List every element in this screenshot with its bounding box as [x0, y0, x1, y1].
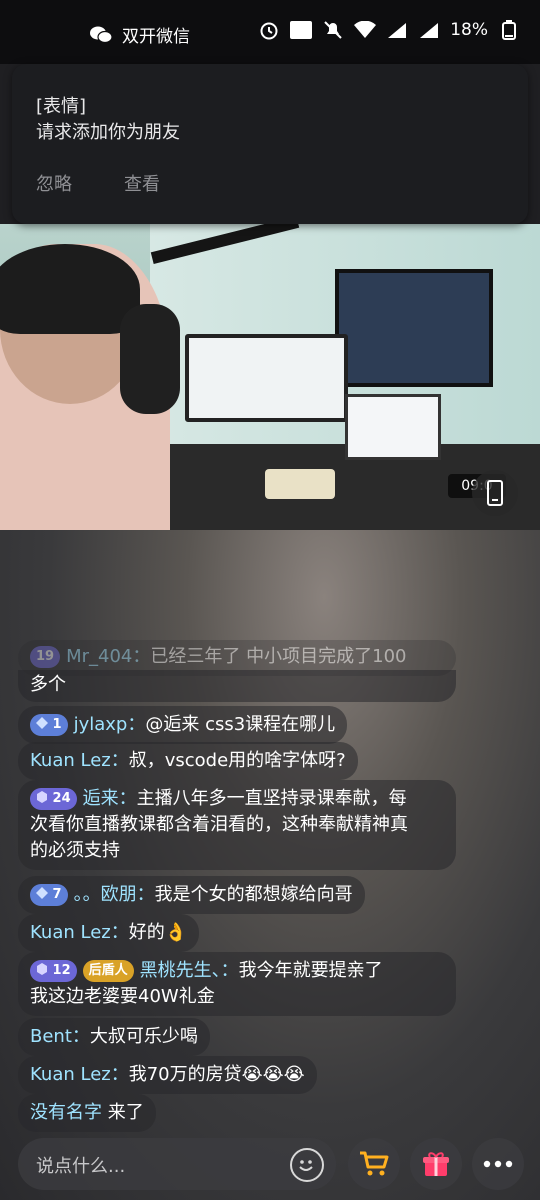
chat-username[interactable]: 没有名字	[30, 1102, 102, 1123]
more-button[interactable]	[472, 1138, 524, 1190]
comment-input[interactable]: 说点什么...	[18, 1138, 336, 1190]
chat-text: 我这边老婆要40W礼金	[30, 986, 215, 1007]
hexagon-icon	[37, 791, 47, 803]
level-badge: 1	[30, 714, 68, 736]
friend-request-notification[interactable]: [表情] 请求添加你为朋友 忽略 查看	[12, 64, 528, 224]
level-number: 12	[52, 963, 71, 978]
comment-input-placeholder: 说点什么...	[36, 1156, 126, 1177]
hexagon-icon	[37, 963, 47, 975]
chat-text: 来了	[102, 1102, 144, 1123]
view-button[interactable]: 查看	[124, 170, 160, 196]
fan-club-badge: 后盾人	[82, 960, 134, 982]
chat-text: 次看你直播教课都含着泪看的，这种奉献精神真	[30, 814, 408, 835]
chat-message: 没有名字 来了	[18, 1094, 156, 1132]
rotate-screen-icon	[487, 480, 503, 506]
chat-message: Kuan Lez：好的👌	[18, 914, 200, 952]
shopping-cart-button[interactable]	[348, 1138, 400, 1190]
chat-message: 24 逅来：主播八年多一直坚持录课奉献，每 次看你直播教课都含着泪看的，这种奉献…	[18, 780, 456, 870]
level-badge: 7	[30, 884, 68, 906]
chat-text: @逅来 css3课程在哪儿	[145, 714, 336, 735]
rotate-screen-button[interactable]	[472, 470, 518, 516]
battery-icon	[498, 20, 520, 40]
diamond-icon	[36, 887, 48, 899]
gift-button[interactable]	[410, 1138, 462, 1190]
status-right: 18%	[258, 20, 520, 40]
chat-username[interactable]: Bent：	[30, 1026, 90, 1047]
chat-username[interactable]: 。。欧朋：	[74, 884, 155, 905]
chat-username[interactable]: Kuan Lez：	[30, 750, 129, 771]
wifi-icon	[354, 20, 377, 40]
wechat-icon	[90, 25, 112, 45]
gift-icon	[423, 1152, 449, 1176]
chat-username[interactable]: Kuan Lez：	[30, 1064, 129, 1085]
chat-message: 1 jylaxp：@逅来 css3课程在哪儿	[18, 706, 348, 744]
level-number: 7	[52, 887, 62, 902]
chat-text: 好的👌	[128, 922, 188, 943]
chat-username[interactable]: jylaxp：	[74, 714, 146, 735]
emoji-button[interactable]	[290, 1148, 324, 1182]
chat-message: Kuan Lez：叔，vscode用的啥字体呀?	[18, 742, 358, 780]
chat-username[interactable]: Mr_404：	[66, 646, 150, 667]
video-monitor-right	[335, 269, 493, 387]
chat-message-continued: 多个	[18, 670, 456, 702]
chat-username[interactable]: 黑桃先生、：	[140, 960, 239, 981]
more-dots-icon	[483, 1160, 513, 1168]
chat-username[interactable]: 逅来：	[83, 788, 137, 809]
signal-3g-icon	[418, 20, 440, 40]
chat-text: 的必须支持	[30, 840, 120, 861]
diamond-icon	[36, 717, 48, 729]
video-monitor-left	[185, 334, 348, 422]
chat-text: 叔，vscode用的啥字体呀?	[128, 750, 346, 771]
battery-percent: 18%	[450, 20, 488, 40]
level-number: 1	[52, 717, 62, 732]
alarm-icon	[258, 20, 280, 40]
level-number: 24	[52, 791, 71, 806]
chat-username[interactable]: Kuan Lez：	[30, 922, 129, 943]
video-laptop	[345, 394, 441, 460]
chat-text: 我70万的房贷😭😭😭	[128, 1064, 305, 1085]
level-badge: 24	[30, 788, 77, 810]
live-video[interactable]: 09:0	[0, 224, 540, 530]
status-left: 双开微信	[90, 22, 190, 47]
level-badge: 12	[30, 960, 77, 982]
chat-message: Kuan Lez：我70万的房贷😭😭😭	[18, 1056, 317, 1094]
video-keyboard	[265, 469, 335, 499]
chat-text: 我是个女的都想嫁给向哥	[154, 884, 353, 905]
chat-text: 大叔可乐少喝	[89, 1026, 198, 1047]
chat-text: 主播八年多一直坚持录课奉献，每	[136, 788, 407, 809]
chat-text: 已经三年了 中小项目完成了100	[150, 646, 407, 667]
notification-title: [表情]	[36, 96, 87, 117]
status-bar: 双开微信 18%	[0, 0, 540, 64]
ignore-button[interactable]: 忽略	[36, 170, 72, 196]
chat-message: 7 。。欧朋：我是个女的都想嫁给向哥	[18, 876, 365, 914]
volte-icon	[290, 20, 313, 40]
signal-5g-icon	[386, 20, 408, 40]
smiley-icon	[299, 1160, 313, 1171]
video-person-hair	[0, 244, 140, 334]
mute-icon	[322, 20, 344, 40]
status-app-label: 双开微信	[122, 27, 190, 47]
video-microphone	[120, 304, 180, 414]
chat-text: 我今年就要提亲了	[238, 960, 383, 981]
notification-body: 请求添加你为朋友	[36, 122, 180, 143]
chat-message: Bent：大叔可乐少喝	[18, 1018, 210, 1056]
chat-text: 多个	[30, 674, 66, 695]
shopping-cart-icon	[360, 1151, 389, 1176]
chat-message: 12 后盾人 黑桃先生、：我今年就要提亲了 我这边老婆要40W礼金	[18, 952, 456, 1016]
level-badge: 19	[30, 646, 61, 668]
